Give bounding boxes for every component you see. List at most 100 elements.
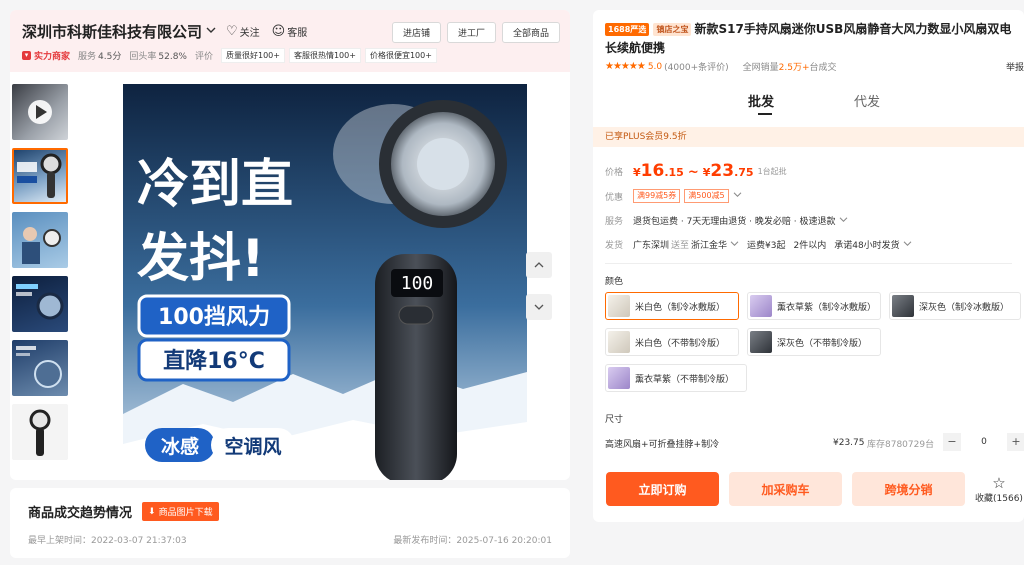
- swatch-image: [608, 331, 630, 353]
- badge-store-treasure: 镇店之宝: [653, 23, 692, 36]
- headline-line-2: 发抖!: [137, 229, 265, 289]
- badge-1688-select: 1688严选: [605, 23, 650, 36]
- color-option[interactable]: 薰衣草紫（不带制冷版）: [605, 364, 747, 392]
- chevron-down-icon[interactable]: [839, 216, 848, 226]
- color-option[interactable]: 米白色（不带制冷版）: [605, 328, 739, 356]
- bottom-badge-left: 冰感: [161, 435, 199, 458]
- enter-shop-button[interactable]: 进店铺: [391, 22, 441, 43]
- chevron-down-icon: [534, 304, 544, 310]
- color-option[interactable]: 薰衣草紫（制冷冰敷版）: [747, 292, 881, 320]
- headline-line-1: 冷到直: [137, 155, 293, 215]
- service-label: 客服: [287, 27, 308, 39]
- freight: 运费¥3起: [747, 241, 786, 251]
- color-options: 米白色（制冷冰敷版） 薰衣草紫（制冷冰敷版） 深灰色（制冷冰敷版） 米白色（不带…: [593, 292, 1024, 410]
- fan-display-digits: 100: [401, 273, 434, 294]
- shipping-row: 发货 广东深圳 送至 浙江金华 运费¥3起 2件以内 承诺48小时发货: [593, 238, 1024, 251]
- color-option[interactable]: 深灰色（制冷冰敷版）: [889, 292, 1021, 320]
- add-to-cart-button[interactable]: 加采购车: [729, 472, 842, 506]
- thumbnail-image[interactable]: [12, 276, 68, 332]
- latest-published-time: 最新发布时间：2025-07-16 20:20:01: [393, 536, 552, 546]
- buy-now-button[interactable]: 立即订购: [606, 472, 719, 506]
- follow-label: 关注: [239, 27, 260, 39]
- thumbnail-image[interactable]: [12, 212, 68, 268]
- divider: [605, 263, 1012, 264]
- swatch-image: [608, 295, 630, 317]
- purchase-mode-tabs: 批发 代发: [593, 85, 1024, 117]
- price-range: ¥16.15 ~ ¥23.75: [633, 161, 754, 181]
- chat-icon: ☺: [271, 23, 286, 39]
- thumbnail-image[interactable]: [12, 340, 68, 396]
- coupon-badge[interactable]: 满99减5券: [633, 189, 681, 203]
- thumbnail-strip: [10, 82, 72, 480]
- plus-member-bar: 已享PLUS会员9.5折: [593, 127, 1024, 147]
- size-label: 尺寸: [605, 415, 624, 425]
- favorite-button[interactable]: ☆ 收藏(1566): [975, 475, 1023, 504]
- chevron-down-icon[interactable]: [903, 240, 912, 250]
- star-rating-icon: ★★★★★: [605, 61, 646, 72]
- thumbnail-video[interactable]: [12, 84, 68, 140]
- ship-to-selector[interactable]: 浙江金华: [691, 238, 727, 251]
- play-icon: [28, 100, 52, 124]
- download-images-button[interactable]: ⬇ 商品图片下载: [142, 502, 219, 521]
- thumbnail-image[interactable]: [12, 404, 68, 460]
- swatch-image: [892, 295, 914, 317]
- ship-promise: 承诺48小时发货: [834, 241, 900, 251]
- enter-factory-button[interactable]: 进工厂: [446, 22, 496, 43]
- review-tag: 客服很热情100+: [288, 48, 361, 63]
- report-link[interactable]: 举报: [1006, 60, 1024, 73]
- trend-card: 商品成交趋势情况 ⬇ 商品图片下载 最早上架时间：2022-03-07 21:3…: [10, 488, 570, 558]
- review-count[interactable]: (4000+条评价): [664, 60, 728, 73]
- color-option[interactable]: 深灰色（不带制冷版）: [747, 328, 881, 356]
- all-products-button[interactable]: 全部商品: [501, 22, 560, 43]
- service-text: 退货包运费 · 7天无理由退货 · 晚发必赔 · 极速退款: [633, 217, 836, 227]
- product-title-row: 1688严选 镇店之宝 新款S17手持风扇迷你USB风扇静音大风力数显小风扇双电长…: [593, 10, 1024, 58]
- decrease-button[interactable]: −: [943, 433, 961, 451]
- swatch-image: [608, 367, 630, 389]
- increase-button[interactable]: +: [1007, 433, 1024, 451]
- size-name: 高速风扇+可折叠挂脖+制冷: [605, 439, 720, 450]
- trend-title: 商品成交趋势情况: [28, 506, 133, 521]
- stat-return-rate: 回头率 52.8%: [129, 52, 187, 62]
- quantity-input[interactable]: 0: [961, 437, 1007, 447]
- image-prev-button[interactable]: [526, 252, 552, 278]
- stat-review: 评价: [194, 52, 213, 62]
- tab-wholesale[interactable]: 批发: [748, 91, 774, 110]
- strong-merchant-badge: ▾ 实力商家: [22, 49, 70, 62]
- chevron-up-icon: [534, 262, 544, 268]
- shop-name[interactable]: 深圳市科斯佳科技有限公司: [22, 21, 202, 42]
- sales-volume: 全网销量2.5万+台成交: [742, 63, 837, 73]
- min-order-qty: 1台起批: [757, 166, 787, 176]
- promo-row: 优惠 满99减5券 满500减5: [593, 189, 1024, 203]
- follow-button[interactable]: ♡ 关注: [226, 24, 260, 39]
- merchant-icon: ▾: [22, 51, 31, 60]
- product-detail-card: 1688严选 镇店之宝 新款S17手持风扇迷你USB风扇静音大风力数显小风扇双电长…: [593, 10, 1024, 522]
- color-label: 颜色: [605, 277, 624, 287]
- quantity-stepper: − 0 +: [943, 433, 1024, 451]
- review-tag: 质量很好100+: [220, 48, 285, 63]
- heart-icon: ♡: [226, 23, 238, 39]
- rating-score: 5.0: [647, 61, 663, 72]
- product-gallery-card: 深圳市科斯佳科技有限公司 ♡ 关注 ☺ 客服 进店铺 进工厂 全部商品 ▾ 实力…: [10, 10, 570, 480]
- download-icon: ⬇: [148, 506, 156, 517]
- image-next-button[interactable]: [526, 294, 552, 320]
- chevron-down-icon[interactable]: [206, 25, 216, 38]
- chevron-down-icon[interactable]: [730, 240, 739, 250]
- color-option[interactable]: 米白色（制冷冰敷版）: [605, 292, 739, 320]
- cross-border-button[interactable]: 跨境分销: [852, 472, 965, 506]
- coupon-badge[interactable]: 满500减5: [684, 189, 729, 203]
- thumbnail-image[interactable]: [12, 148, 68, 204]
- stat-service: 服务 4.5分: [78, 52, 122, 62]
- ship-from: 广东深圳: [633, 241, 670, 251]
- review-tag: 价格很便宜100+: [364, 48, 437, 63]
- shop-header: 深圳市科斯佳科技有限公司 ♡ 关注 ☺ 客服 进店铺 进工厂 全部商品 ▾ 实力…: [10, 10, 570, 72]
- chevron-down-icon[interactable]: [733, 191, 742, 201]
- service-row: 服务 退货包运费 · 7天无理由退货 · 晚发必赔 · 极速退款: [593, 214, 1024, 227]
- tab-dropship[interactable]: 代发: [854, 91, 880, 110]
- badge-temp-drop: 直降16°C: [163, 348, 265, 374]
- customer-service-button[interactable]: ☺ 客服: [272, 24, 308, 39]
- main-product-image[interactable]: 100 冷到直 发抖! 100挡风力 直降16°C 冰感 空调风: [123, 84, 527, 480]
- star-icon: ☆: [992, 473, 1006, 492]
- active-tab-indicator: [758, 113, 772, 115]
- badge-wind-levels: 100挡风力: [158, 305, 270, 330]
- size-price: ¥23.75: [833, 438, 865, 448]
